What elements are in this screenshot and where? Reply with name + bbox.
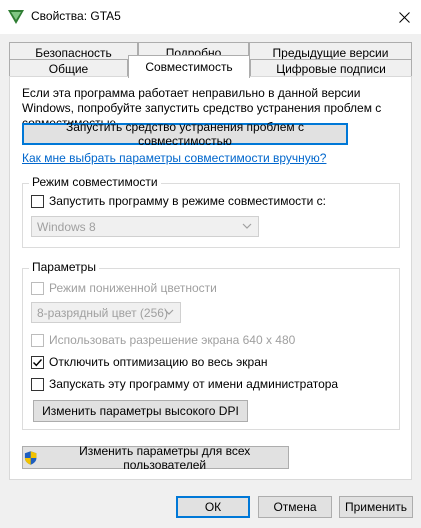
tab-general[interactable]: Общие xyxy=(9,59,128,77)
checkbox-label: Использовать разрешение экрана 640 x 480 xyxy=(49,333,296,347)
select-value: 8-разрядный цвет (256) xyxy=(37,305,168,320)
compat-mode-checkbox[interactable]: Запустить программу в режиме совместимос… xyxy=(31,194,326,208)
group-label: Параметры xyxy=(29,260,99,274)
os-select[interactable]: Windows 8 xyxy=(31,216,259,237)
uac-shield-icon xyxy=(24,450,37,465)
resolution-checkbox[interactable]: Использовать разрешение экрана 640 x 480 xyxy=(31,333,295,347)
run-troubleshooter-button[interactable]: Запустить средство устранения проблем с … xyxy=(22,120,348,148)
checkbox-box xyxy=(31,281,44,295)
group-label: Режим совместимости xyxy=(29,175,161,189)
title-bar: Свойства: GTA5 xyxy=(0,0,421,34)
tab-compatibility[interactable]: Совместимость xyxy=(128,55,250,78)
button-label: Изменить параметры для всех пользователе… xyxy=(79,443,251,472)
ok-button[interactable]: ОК xyxy=(176,496,250,518)
change-all-users-button[interactable]: Изменить параметры для всех пользователе… xyxy=(22,443,289,472)
close-button[interactable] xyxy=(387,0,421,34)
apply-button[interactable]: Применить xyxy=(339,496,413,518)
tab-label: Совместимость xyxy=(145,60,233,74)
manual-settings-link[interactable]: Как мне выбрать параметры совместимости … xyxy=(22,151,326,165)
color-depth-select[interactable]: 8-разрядный цвет (256) xyxy=(31,302,181,323)
select-value: Windows 8 xyxy=(37,219,96,234)
checkbox-box xyxy=(31,194,44,208)
chevron-down-icon xyxy=(242,223,252,229)
reduced-color-checkbox[interactable]: Режим пониженной цветности xyxy=(31,281,217,295)
checkbox-label: Отключить оптимизацию во весь экран xyxy=(49,355,268,369)
tab-digital-signatures[interactable]: Цифровые подписи xyxy=(250,59,412,77)
tab-label: Безопасность xyxy=(35,45,112,60)
window-title: Свойства: GTA5 xyxy=(31,9,121,23)
checkmark-icon xyxy=(33,358,43,366)
tab-label: Общие xyxy=(48,61,89,76)
close-icon xyxy=(398,11,410,23)
chevron-down-icon xyxy=(164,309,174,315)
checkbox-label: Режим пониженной цветности xyxy=(49,281,217,295)
run-as-admin-checkbox[interactable]: Запускать эту программу от имени админис… xyxy=(31,377,338,391)
change-dpi-button[interactable]: Изменить параметры высокого DPI xyxy=(33,400,248,422)
gta-v-icon xyxy=(8,10,24,24)
checkbox-box xyxy=(31,355,44,369)
checkbox-box xyxy=(31,377,44,391)
checkbox-box xyxy=(31,333,44,347)
checkbox-label: Запустить программу в режиме совместимос… xyxy=(49,194,326,208)
cancel-button[interactable]: Отмена xyxy=(258,496,332,518)
tab-label: Цифровые подписи xyxy=(276,61,386,76)
checkbox-label: Запускать эту программу от имени админис… xyxy=(49,377,339,391)
tab-label: Предыдущие версии xyxy=(272,45,389,60)
disable-fullscreen-opt-checkbox[interactable]: Отключить оптимизацию во весь экран xyxy=(31,355,268,369)
